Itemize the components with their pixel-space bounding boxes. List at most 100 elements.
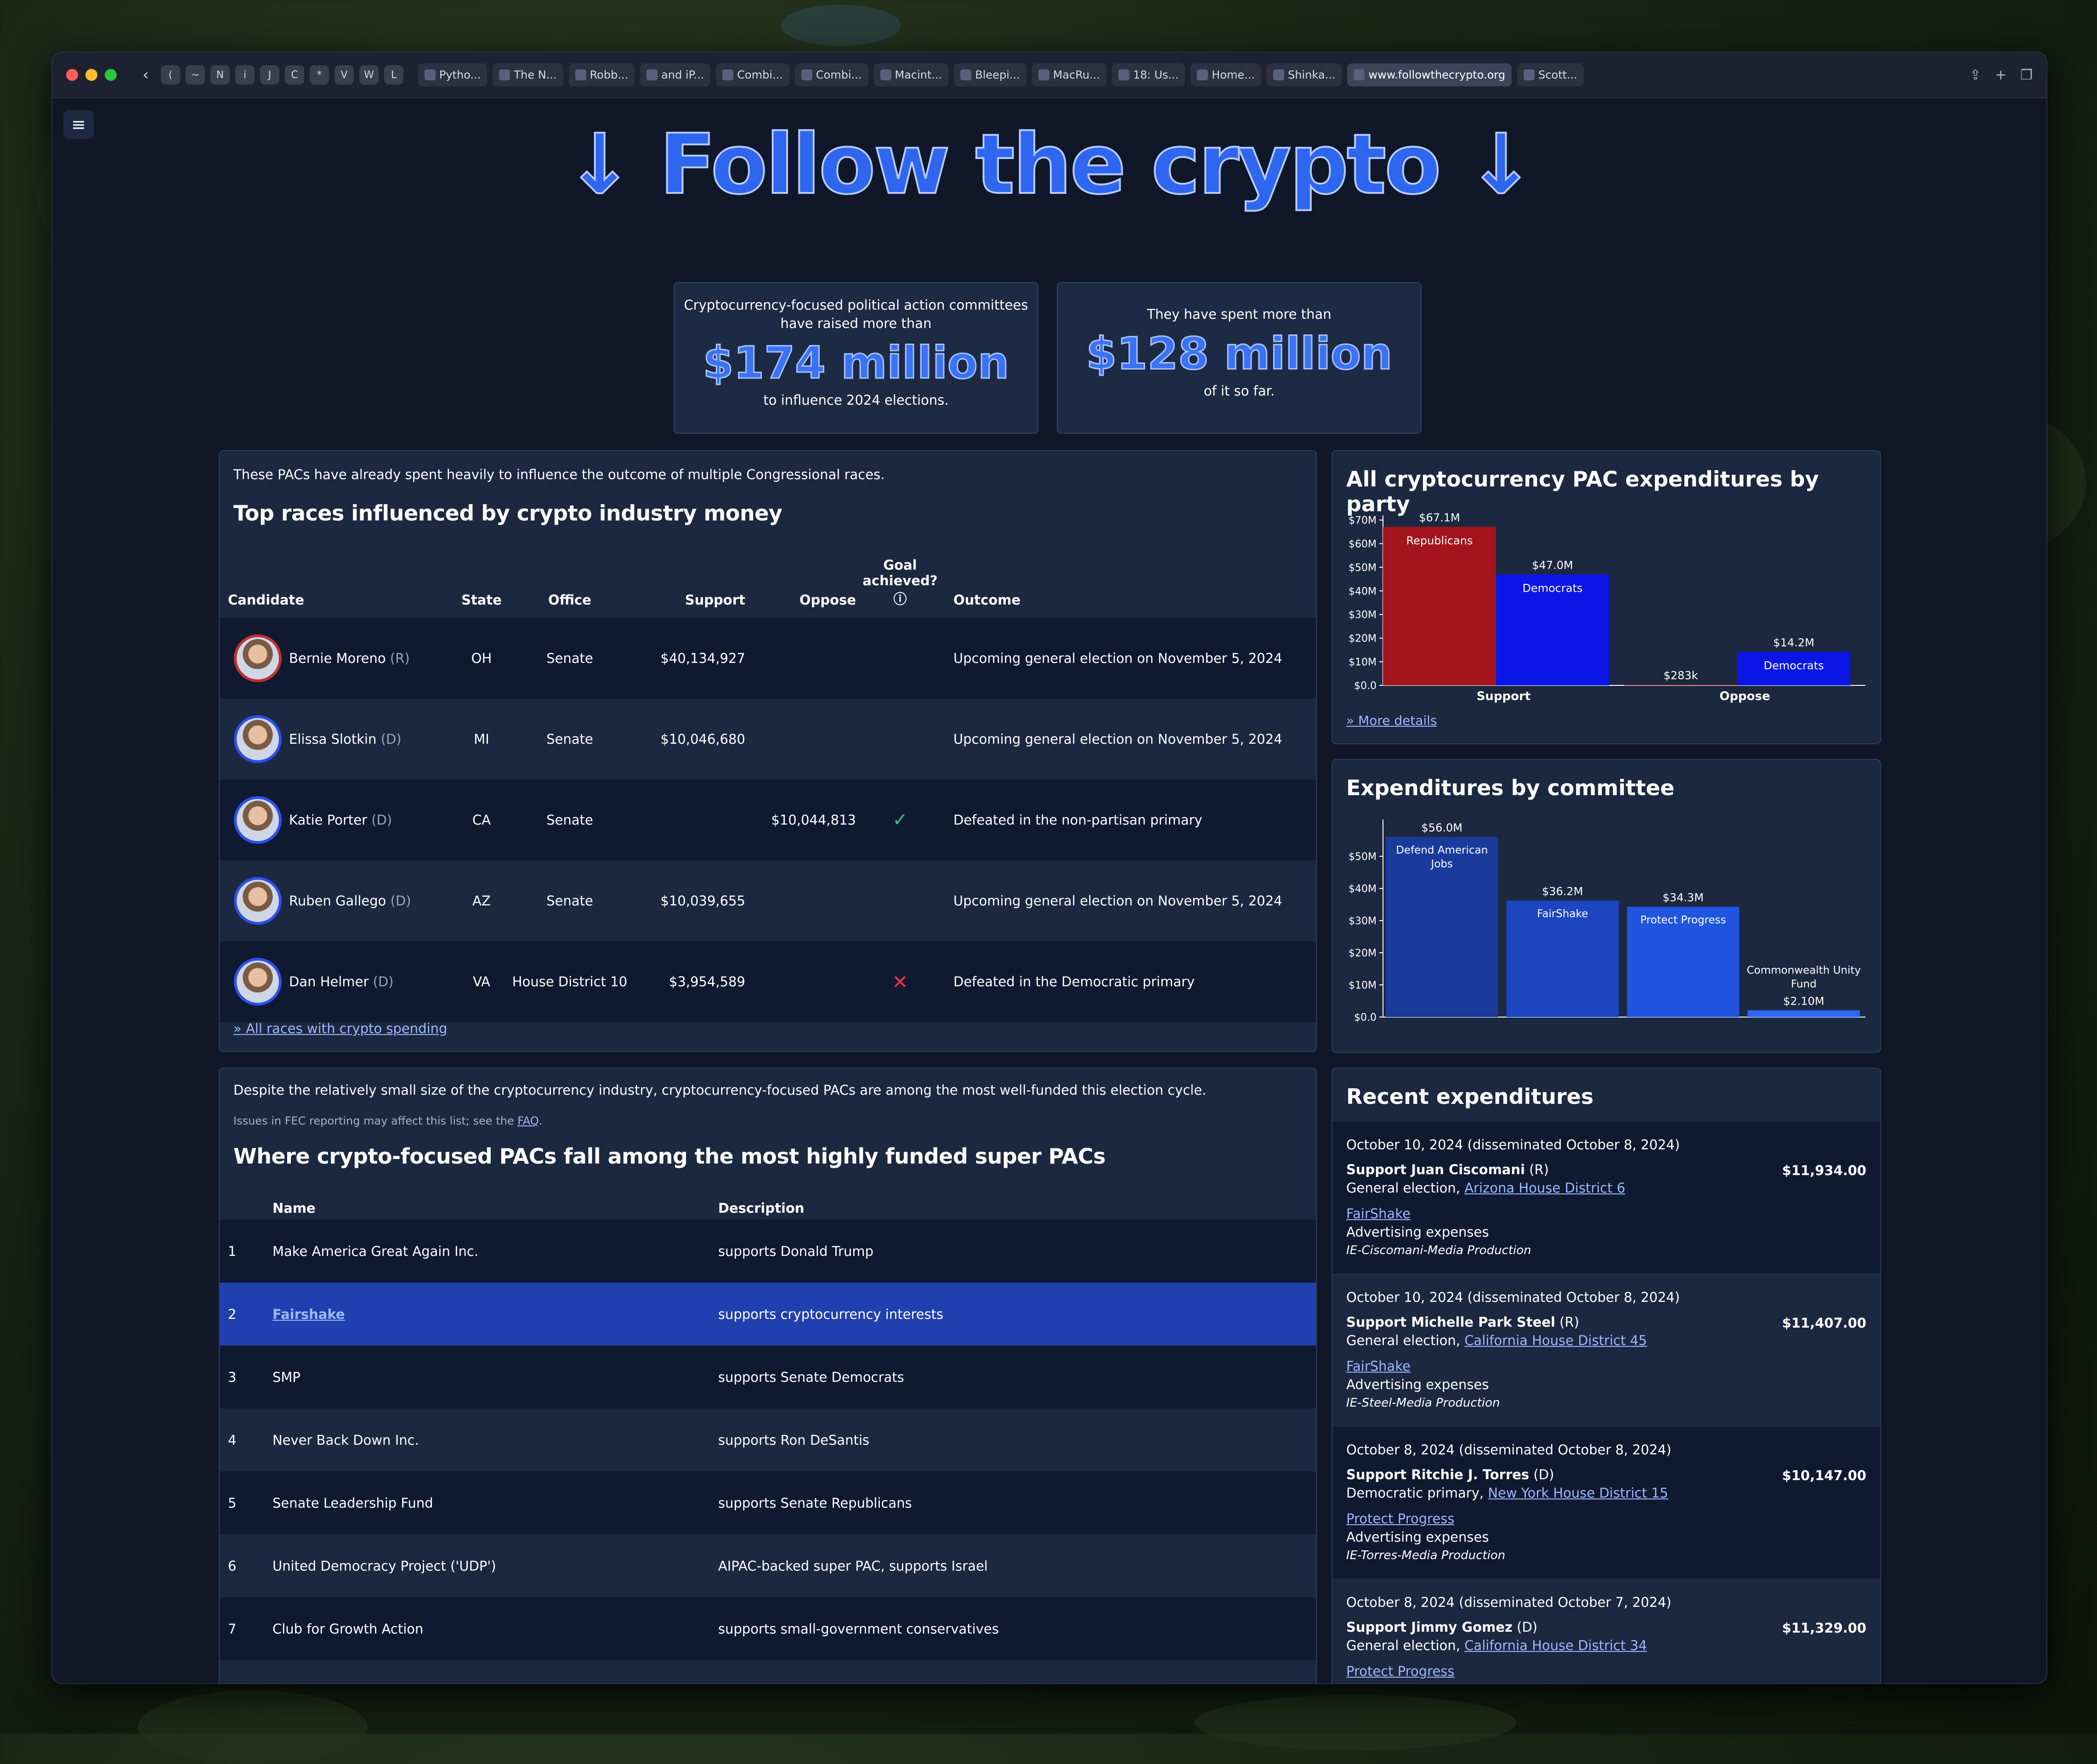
- tab-label: Scott...: [1538, 68, 1577, 81]
- pac-rank: 7: [228, 1621, 237, 1637]
- favicon-icon: [1524, 69, 1535, 80]
- tab-label: Shinka...: [1288, 68, 1336, 81]
- raised-stat-card: Cryptocurrency-focused political action …: [674, 282, 1038, 434]
- pac-description: supports cryptocurrency interests: [718, 1306, 944, 1322]
- pinned-tab[interactable]: (: [161, 65, 180, 85]
- browser-tab[interactable]: Bleepi...: [954, 63, 1026, 86]
- race-row: Katie Porter (D) CA Senate $10,044,813 ✓ Defe…: [220, 780, 1316, 860]
- expenditure-memo: IE-Ciscomani-Media Production: [1346, 1244, 1531, 1257]
- browser-tab[interactable]: The N...: [493, 63, 563, 86]
- committee-link[interactable]: Protect Progress: [1346, 1510, 1866, 1528]
- candidate-cell: Dan Helmer (D): [220, 941, 453, 1022]
- pac-description: George Soros' super PAC, supports Democr…: [718, 1660, 1316, 1683]
- committee-chart: $0.0 $10M $20M $30M $40M $50M $56.0M Defend Ame…: [1349, 820, 1865, 1023]
- candidate-avatar: [234, 796, 282, 844]
- browser-tab[interactable]: Macint...: [873, 63, 949, 86]
- race-link[interactable]: Arizona House District 6: [1464, 1180, 1625, 1196]
- browser-tab[interactable]: 18: Us...: [1112, 63, 1185, 86]
- pac-row: 6 United Democracy Project ('UDP') AIPAC-b…: [220, 1534, 1316, 1597]
- candidate-cell: Elissa Slotkin (D): [220, 699, 453, 780]
- x-mark-icon: ✕: [892, 970, 908, 993]
- pacs-table: Name Description 1 Make America Great Aga…: [220, 1183, 1316, 1683]
- candidate-party: (R): [390, 650, 410, 666]
- committee-name-line: Fund: [1791, 978, 1817, 990]
- browser-tab[interactable]: www.followthecrypto.org: [1347, 63, 1512, 86]
- new-tab-icon[interactable]: +: [1995, 67, 2006, 83]
- committee-link[interactable]: FairShake: [1346, 1204, 1866, 1223]
- pinned-tab[interactable]: *: [310, 65, 329, 85]
- browser-tab[interactable]: Robb...: [568, 63, 635, 86]
- outcome-header: Outcome: [953, 592, 1021, 608]
- pinned-tab[interactable]: i: [235, 65, 255, 85]
- pacs-title: Where crypto-focused PACs fall among the…: [233, 1144, 1106, 1169]
- share-icon[interactable]: ⇪: [1970, 67, 1981, 83]
- browser-tab[interactable]: MacRu...: [1031, 63, 1107, 86]
- pinned-tab[interactable]: ~: [186, 65, 205, 85]
- pac-row: 3 SMP supports Senate Democrats: [220, 1346, 1316, 1408]
- browser-tab[interactable]: Home...: [1190, 63, 1262, 86]
- expenditure-party: (R): [1559, 1314, 1579, 1330]
- race-link[interactable]: California House District 45: [1464, 1333, 1647, 1348]
- election-type: Democratic primary,: [1346, 1485, 1488, 1501]
- browser-tab[interactable]: and iP...: [640, 63, 711, 86]
- expenditure-action: Support Juan Ciscomani: [1346, 1162, 1525, 1177]
- description-header: Description: [718, 1200, 805, 1216]
- more-details-link[interactable]: » More details: [1346, 713, 1437, 728]
- tab-label: Robb...: [589, 68, 629, 81]
- browser-tab[interactable]: Shinka...: [1267, 63, 1342, 86]
- bar-republicans-support: [1383, 526, 1496, 685]
- committee-link[interactable]: FairShake: [1346, 1357, 1866, 1375]
- faq-link[interactable]: FAQ: [517, 1114, 539, 1127]
- back-arrow-icon[interactable]: ‹: [136, 65, 155, 85]
- zoom-window-button[interactable]: [105, 69, 117, 81]
- party-chart-panel: All cryptocurrency PAC expenditures by p…: [1332, 450, 1881, 744]
- favicon-icon: [499, 69, 510, 80]
- tab-bar: Pytho... The N... Robb... and iP... Combi...…: [418, 63, 1584, 86]
- race-link[interactable]: New York House District 15: [1488, 1485, 1668, 1501]
- office-cell: Senate: [546, 650, 593, 666]
- browser-tab[interactable]: Combi...: [716, 63, 789, 86]
- pinned-tab[interactable]: V: [334, 65, 354, 85]
- expenditure-amount: $11,934.00: [1782, 1163, 1866, 1178]
- pac-name[interactable]: Fairshake: [272, 1283, 718, 1346]
- pinned-tab[interactable]: C: [285, 65, 304, 85]
- pac-row: 5 Senate Leadership Fund supports Senate R…: [220, 1471, 1316, 1534]
- minimize-window-button[interactable]: [85, 69, 97, 81]
- pinned-tab[interactable]: L: [384, 65, 403, 85]
- pac-description: AIPAC-backed super PAC, supports Israel: [718, 1558, 988, 1574]
- pinned-tab[interactable]: N: [210, 65, 230, 85]
- pinned-tab[interactable]: W: [359, 65, 379, 85]
- race-link[interactable]: California House District 34: [1464, 1638, 1647, 1653]
- committee-name-line: FairShake: [1537, 908, 1588, 920]
- pac-row: 8Democracy PACGeorge Soros' super PAC, s…: [220, 1660, 1316, 1683]
- browser-window: ‹ ( ~ Ni J C * V W L Pytho... The N... Robb... and …: [51, 51, 2047, 1684]
- candidate-name-wrap: Elissa Slotkin (D): [289, 731, 402, 747]
- browser-toolbar: ‹ ( ~ Ni J C * V W L Pytho... The N... Robb... and …: [52, 52, 2046, 98]
- browser-tab[interactable]: Pytho...: [418, 63, 487, 86]
- pinned-tabs: ( ~ Ni J C * V W L: [161, 65, 403, 85]
- browser-tab[interactable]: Combi...: [794, 63, 868, 86]
- expenditure-type: Advertising expenses: [1346, 1529, 1489, 1545]
- committee-name-line: Protect Progress: [1640, 914, 1726, 926]
- race-row: Ruben Gallego (D) AZ Senate $10,039,655 Upco…: [220, 860, 1316, 941]
- x-category-label: Oppose: [1719, 690, 1770, 703]
- pac-rank: 4: [228, 1432, 237, 1448]
- y-tick-label: $50M: [1349, 562, 1377, 574]
- close-window-button[interactable]: [66, 69, 78, 81]
- candidate-name-wrap: Katie Porter (D): [289, 812, 392, 828]
- expenditure-date: October 10, 2024 (disseminated October 8…: [1346, 1137, 1680, 1153]
- pac-description: supports Senate Democrats: [718, 1369, 904, 1385]
- pinned-tab[interactable]: J: [260, 65, 279, 85]
- all-races-link[interactable]: » All races with crypto spending: [233, 1021, 447, 1036]
- tab-label: MacRu...: [1053, 68, 1100, 81]
- browser-tab[interactable]: Scott...: [1517, 63, 1584, 86]
- tab-overview-icon[interactable]: ❐: [2020, 67, 2033, 83]
- favicon-icon: [1118, 69, 1130, 80]
- favicon-icon: [1273, 69, 1285, 80]
- pac-name: Democracy PAC: [272, 1660, 718, 1683]
- tab-label: The N...: [514, 68, 557, 81]
- committee-link[interactable]: Protect Progress: [1346, 1662, 1866, 1680]
- y-tick-label: $10M: [1349, 980, 1377, 991]
- rank-header: [220, 1183, 272, 1220]
- outcome-cell: Defeated in the non-partisan primary: [953, 812, 1202, 828]
